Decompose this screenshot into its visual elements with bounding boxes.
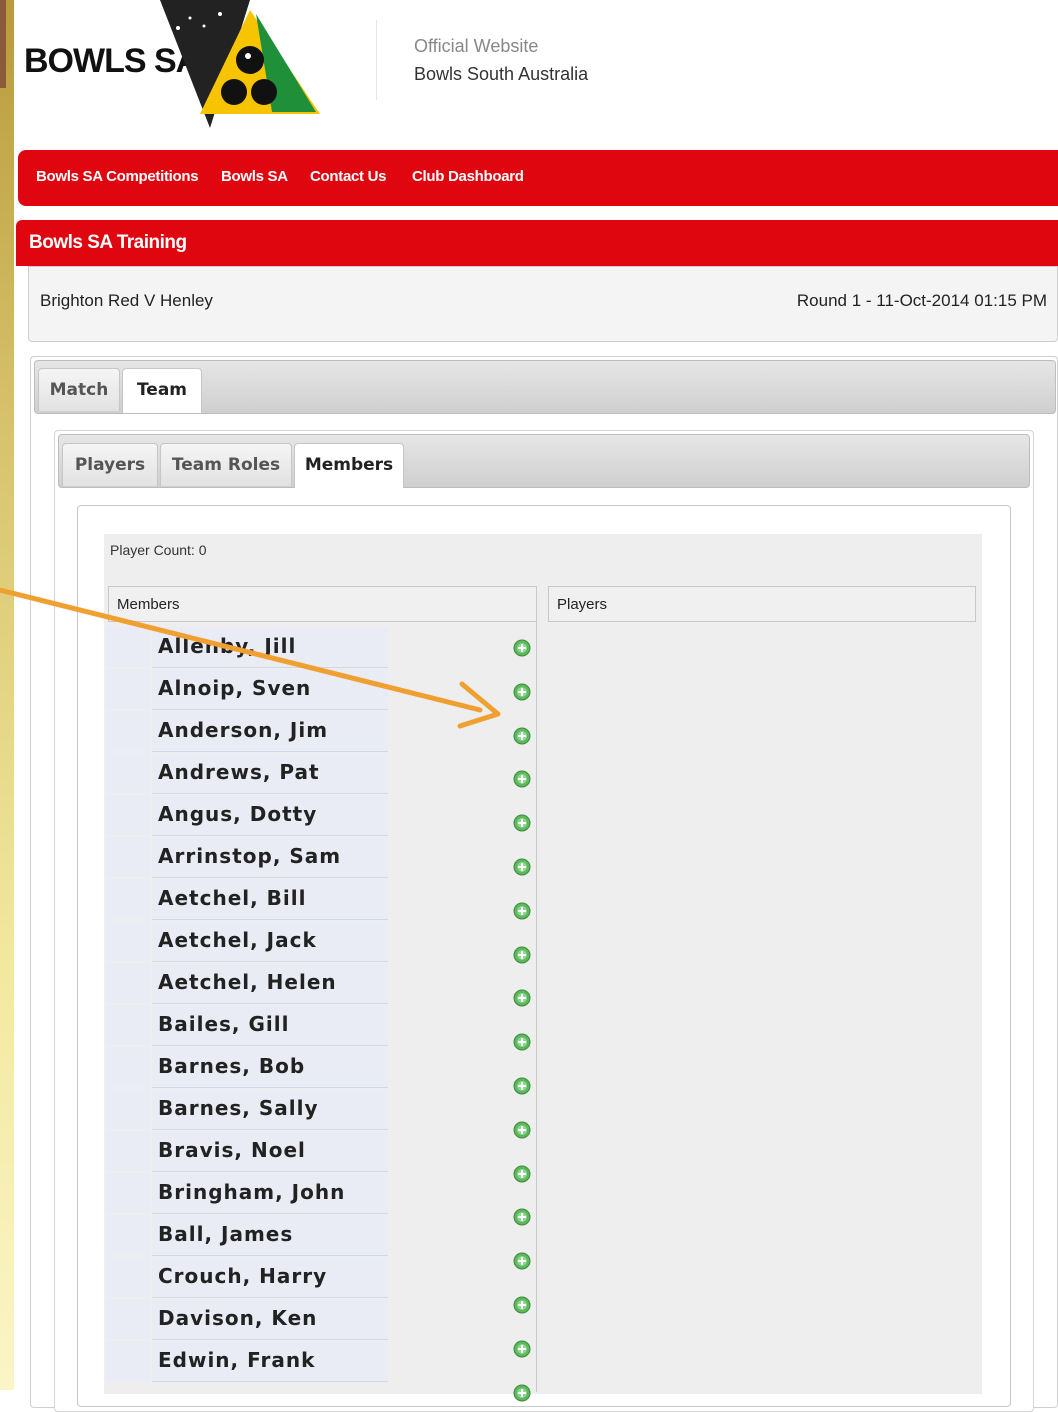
member-name: Ball, James — [158, 1222, 294, 1246]
add-member-icon[interactable] — [513, 1384, 531, 1402]
member-row[interactable]: Angus, Dotty — [104, 794, 536, 836]
match-info-box: Brighton Red V Henley Round 1 - 11-Oct-2… — [28, 266, 1058, 342]
member-row-spacer — [106, 1215, 150, 1255]
member-row-spacer — [106, 837, 150, 877]
tab-players[interactable]: Players — [62, 443, 158, 486]
member-row-spacer — [106, 1005, 150, 1045]
add-member-icon[interactable] — [513, 946, 531, 964]
tab-members[interactable]: Members — [294, 443, 404, 488]
header-divider — [376, 20, 377, 100]
tagline-org: Bowls South Australia — [414, 64, 589, 84]
member-name: Andrews, Pat — [158, 760, 320, 784]
member-row[interactable]: Andrews, Pat — [104, 752, 536, 794]
member-name: Crouch, Harry — [158, 1264, 328, 1288]
player-count: Player Count: 0 — [110, 542, 207, 558]
member-row-spacer — [106, 879, 150, 919]
member-row[interactable]: Barnes, Bob — [104, 1046, 536, 1095]
member-name: Bailes, Gill — [158, 1012, 290, 1036]
member-name: Bringham, John — [158, 1180, 346, 1204]
member-row-spacer — [106, 795, 150, 835]
section-header: Bowls SA Training — [16, 220, 1058, 266]
member-row[interactable]: Crouch, Harry — [104, 1256, 536, 1314]
member-row[interactable]: Aetchel, Helen — [104, 962, 536, 1007]
member-row[interactable]: Aetchel, Jack — [104, 920, 536, 964]
member-name: Angus, Dotty — [158, 802, 318, 826]
member-row[interactable]: Ball, James — [104, 1214, 536, 1270]
annotation-arrow-icon — [0, 587, 501, 729]
nav-bowls-sa[interactable]: Bowls SA — [221, 168, 288, 185]
member-row[interactable]: Arrinstop, Sam — [104, 836, 536, 878]
tab-team[interactable]: Team — [122, 368, 202, 413]
member-row-spacer — [106, 1131, 150, 1171]
member-row-spacer — [106, 1089, 150, 1129]
member-name: Barnes, Bob — [158, 1054, 306, 1078]
top-navigation: Bowls SA Competitions Bowls SA Contact U… — [18, 150, 1058, 206]
member-row-spacer — [106, 963, 150, 1003]
members-list: Allenby, JillAlnoip, SvenAnderson, JimAn… — [104, 626, 536, 1402]
member-row[interactable]: Bailes, Gill — [104, 1004, 536, 1051]
member-name: Aetchel, Helen — [158, 970, 337, 994]
add-member-icon[interactable] — [513, 814, 531, 832]
member-name: Bravis, Noel — [158, 1138, 306, 1162]
section-title: Bowls SA Training — [29, 232, 187, 253]
member-name: Aetchel, Jack — [158, 928, 317, 952]
member-row-spacer — [106, 1299, 150, 1339]
add-member-icon[interactable] — [513, 770, 531, 788]
list-separator — [536, 622, 537, 1392]
member-row[interactable]: Aetchel, Bill — [104, 878, 536, 920]
tab-team-roles[interactable]: Team Roles — [160, 443, 292, 486]
member-row-spacer — [106, 1173, 150, 1213]
member-name: Arrinstop, Sam — [158, 844, 342, 868]
member-name: Barnes, Sally — [158, 1096, 319, 1120]
member-row-spacer — [106, 1341, 150, 1381]
strip-accent — [0, 0, 6, 88]
match-round: Round 1 - 11-Oct-2014 01:15 PM — [796, 291, 1047, 310]
member-name: Edwin, Frank — [158, 1348, 316, 1372]
add-member-icon[interactable] — [513, 902, 531, 920]
member-row[interactable]: Barnes, Sally — [104, 1088, 536, 1139]
bowls-logo-icon[interactable] — [160, 0, 320, 132]
nav-bowls-sa-competitions[interactable]: Bowls SA Competitions — [36, 168, 199, 185]
nav-club-dashboard[interactable]: Club Dashboard — [412, 168, 524, 185]
member-row-spacer — [106, 1257, 150, 1297]
member-name: Davison, Ken — [158, 1306, 318, 1330]
nav-contact-us[interactable]: Contact Us — [310, 168, 386, 185]
member-row[interactable]: Bravis, Noel — [104, 1130, 536, 1183]
member-row-spacer — [106, 1047, 150, 1087]
member-row-spacer — [106, 753, 150, 793]
member-row[interactable]: Bringham, John — [104, 1172, 536, 1226]
member-row-spacer — [106, 921, 150, 961]
member-name: Aetchel, Bill — [158, 886, 307, 910]
players-column-header: Players — [548, 586, 976, 622]
tab-match[interactable]: Match — [38, 368, 120, 411]
member-row[interactable]: Edwin, Frank — [104, 1340, 536, 1402]
member-row[interactable]: Davison, Ken — [104, 1298, 536, 1358]
match-title: Brighton Red V Henley — [40, 291, 213, 310]
tagline-official: Official Website — [414, 36, 539, 56]
add-member-icon[interactable] — [513, 858, 531, 876]
